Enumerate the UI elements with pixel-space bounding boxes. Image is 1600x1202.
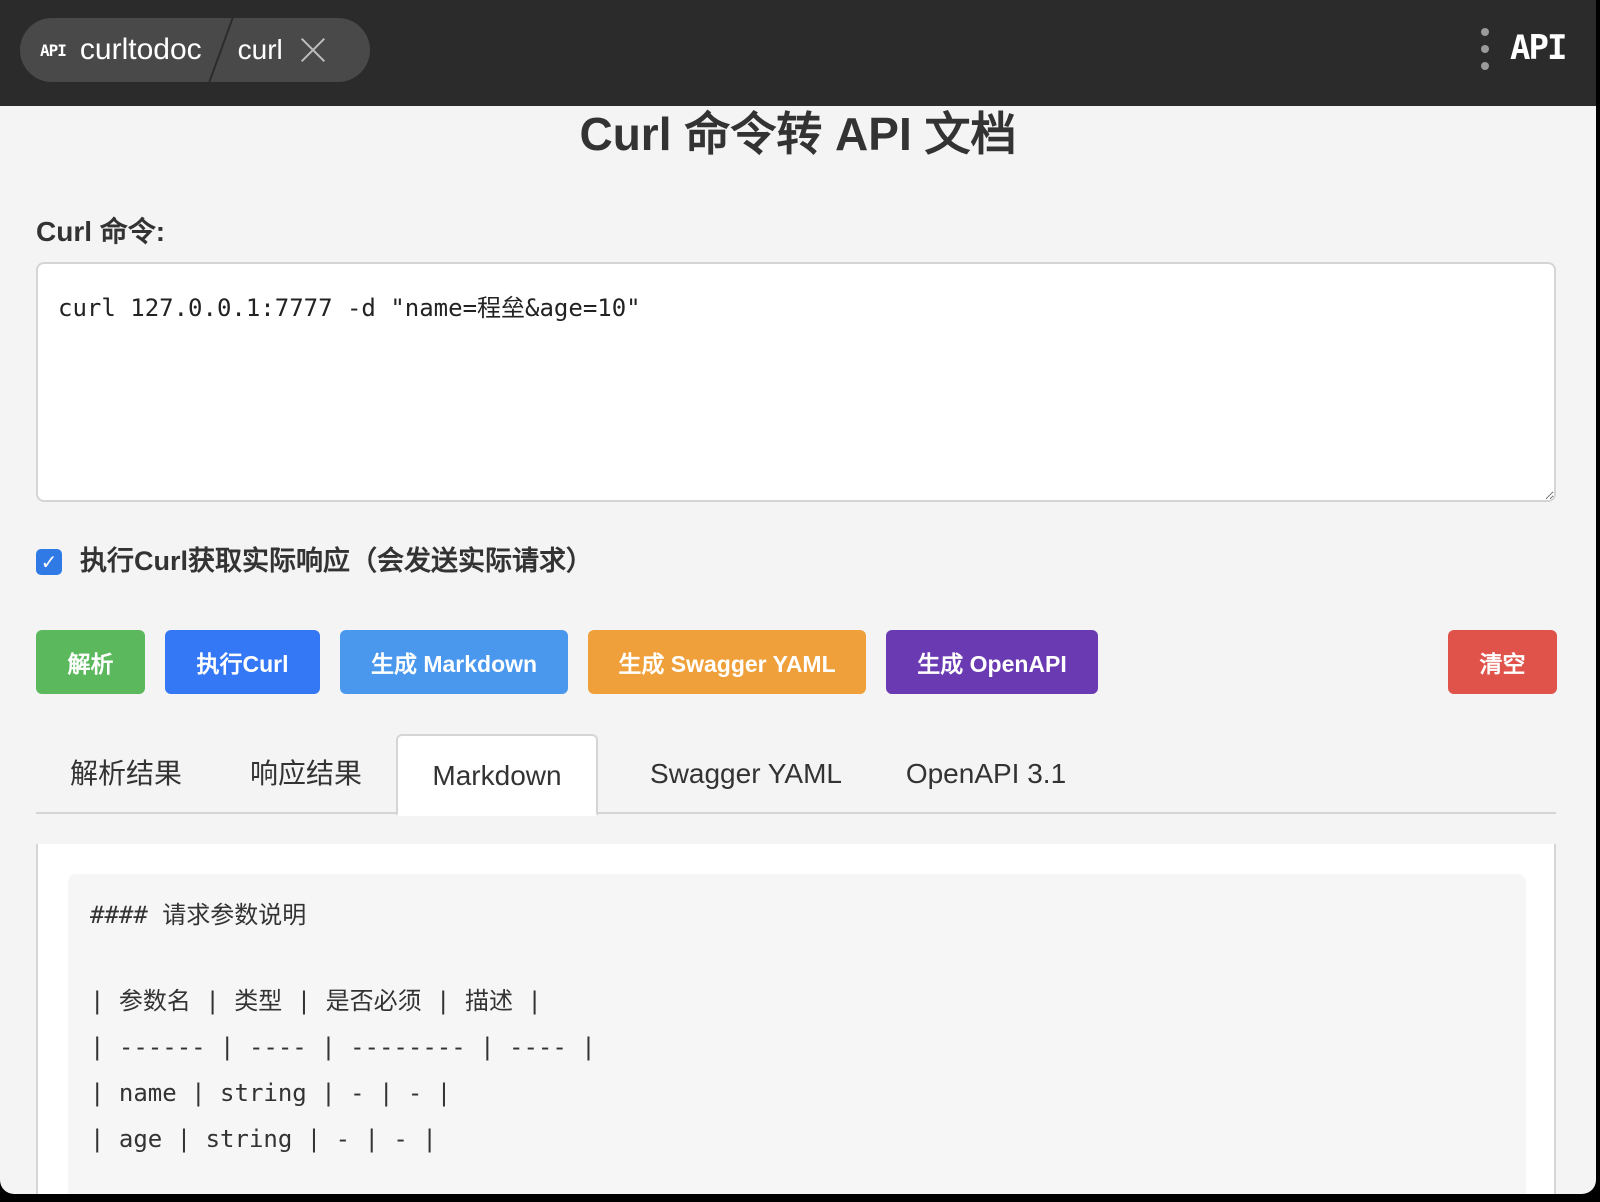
- close-icon[interactable]: [299, 36, 327, 64]
- parse-button[interactable]: 解析: [36, 630, 145, 694]
- clear-button[interactable]: 清空: [1448, 630, 1557, 694]
- tab-markdown[interactable]: Markdown: [396, 734, 598, 816]
- curl-command-input[interactable]: [36, 262, 1556, 502]
- result-tabs: 解析结果 响应结果 Markdown Swagger YAML OpenAPI …: [36, 734, 1556, 816]
- tab-parse-result[interactable]: 解析结果: [36, 734, 216, 814]
- breadcrumb: API curltodoc curl: [20, 18, 370, 82]
- tab-swagger-yaml[interactable]: Swagger YAML: [616, 734, 876, 814]
- execute-checkbox[interactable]: ✓: [36, 549, 62, 575]
- api-logo-icon: API: [40, 40, 67, 60]
- more-options-icon[interactable]: [1478, 28, 1492, 70]
- markdown-table-divider: | ------ | ---- | -------- | ---- |: [90, 1033, 596, 1061]
- execute-checkbox-label[interactable]: 执行Curl获取实际响应（会发送实际请求）: [80, 539, 593, 578]
- markdown-table-row: | name | string | - | - |: [90, 1079, 452, 1107]
- page-title: Curl 命令转 API 文档: [579, 108, 1017, 160]
- breadcrumb-separator: [204, 18, 237, 82]
- app-window: API curltodoc curl API Curl 命令转 API 文档 C…: [0, 0, 1596, 1194]
- execute-curl-button[interactable]: 执行Curl: [165, 630, 320, 694]
- markdown-output[interactable]: #### 请求参数说明 | 参数名 | 类型 | 是否必须 | 描述 | | -…: [68, 874, 1526, 1194]
- generate-markdown-button[interactable]: 生成 Markdown: [340, 630, 568, 694]
- title-bar: API curltodoc curl API: [0, 0, 1596, 106]
- tab-response-result[interactable]: 响应结果: [216, 734, 396, 814]
- breadcrumb-command[interactable]: curl: [238, 34, 283, 66]
- markdown-table-row: | age | string | - | - |: [90, 1125, 437, 1153]
- curl-label: Curl 命令:: [36, 216, 166, 247]
- markdown-heading: #### 请求参数说明: [90, 901, 307, 929]
- markdown-table-header: | 参数名 | 类型 | 是否必须 | 描述 |: [90, 987, 542, 1015]
- generate-swagger-button[interactable]: 生成 Swagger YAML: [588, 630, 866, 694]
- execute-option[interactable]: ✓ 执行Curl获取实际响应（会发送实际请求）: [36, 538, 593, 578]
- generate-openapi-button[interactable]: 生成 OpenAPI: [886, 630, 1098, 694]
- breadcrumb-app[interactable]: curltodoc: [80, 33, 202, 67]
- brand-logo: API: [1510, 28, 1567, 68]
- result-panel: #### 请求参数说明 | 参数名 | 类型 | 是否必须 | 描述 | | -…: [36, 844, 1556, 1194]
- tab-openapi[interactable]: OpenAPI 3.1: [876, 734, 1096, 814]
